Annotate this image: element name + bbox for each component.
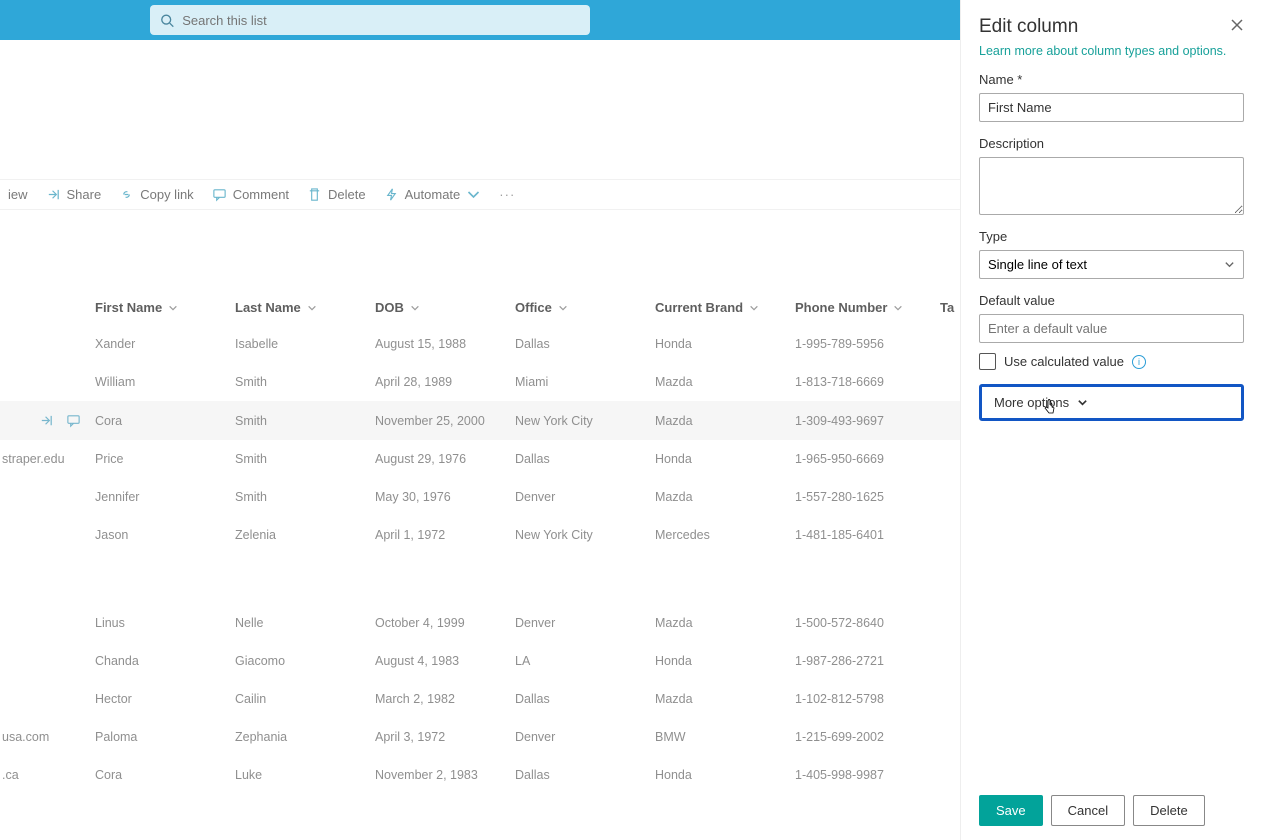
save-button[interactable]: Save [979,795,1043,826]
search-box[interactable] [150,5,590,35]
close-icon [1230,18,1244,32]
col-current-brand[interactable]: Current Brand [655,300,795,315]
chevron-down-icon [1077,397,1088,408]
name-label: Name * [979,72,1244,87]
comment-icon [212,187,227,202]
chevron-down-icon [410,303,420,313]
panel-title: Edit column [979,16,1078,38]
view-command[interactable]: iew [8,187,28,202]
col-office[interactable]: Office [515,300,655,315]
chevron-down-icon [749,303,759,313]
type-select[interactable]: Single line of text [979,250,1244,279]
description-input[interactable] [979,157,1244,215]
delete-button[interactable]: Delete [1133,795,1205,826]
col-last-name[interactable]: Last Name [235,300,375,315]
automate-command[interactable]: Automate [384,187,482,202]
more-commands[interactable]: ··· [499,187,515,202]
search-icon [160,13,174,28]
close-panel-button[interactable] [1230,18,1244,37]
calculated-value-checkbox[interactable] [979,353,996,370]
info-icon[interactable]: i [1132,355,1146,369]
comment-command[interactable]: Comment [212,187,289,202]
share-label: Share [67,187,102,202]
chevron-down-icon [466,187,481,202]
automate-icon [384,187,399,202]
col-dob[interactable]: DOB [375,300,515,315]
name-input[interactable] [979,93,1244,122]
trash-icon [307,187,322,202]
delete-command[interactable]: Delete [307,187,366,202]
copy-link-command[interactable]: Copy link [119,187,193,202]
col-first-name[interactable]: First Name [95,300,235,315]
calculated-value-label: Use calculated value [1004,354,1124,369]
copy-link-label: Copy link [140,187,193,202]
chevron-down-icon [1224,259,1235,270]
automate-label: Automate [405,187,461,202]
comment-icon[interactable] [66,413,81,428]
panel-footer: Save Cancel Delete [979,781,1244,840]
edit-column-panel: Edit column Learn more about column type… [960,0,1262,840]
cursor-icon [1042,399,1058,415]
cancel-button[interactable]: Cancel [1051,795,1125,826]
chevron-down-icon [168,303,178,313]
share-icon[interactable] [39,413,54,428]
default-value-label: Default value [979,293,1244,308]
comment-label: Comment [233,187,289,202]
default-value-input[interactable] [979,314,1244,343]
chevron-down-icon [307,303,317,313]
share-command[interactable]: Share [46,187,102,202]
delete-label: Delete [328,187,366,202]
type-label: Type [979,229,1244,244]
chevron-down-icon [893,303,903,313]
share-icon [46,187,61,202]
search-input[interactable] [182,13,580,28]
more-options-button[interactable]: More options [979,384,1244,421]
col-phone-number[interactable]: Phone Number [795,300,940,315]
type-value: Single line of text [988,257,1087,272]
chevron-down-icon [558,303,568,313]
description-label: Description [979,136,1244,151]
link-icon [119,187,134,202]
learn-more-link[interactable]: Learn more about column types and option… [979,44,1244,58]
